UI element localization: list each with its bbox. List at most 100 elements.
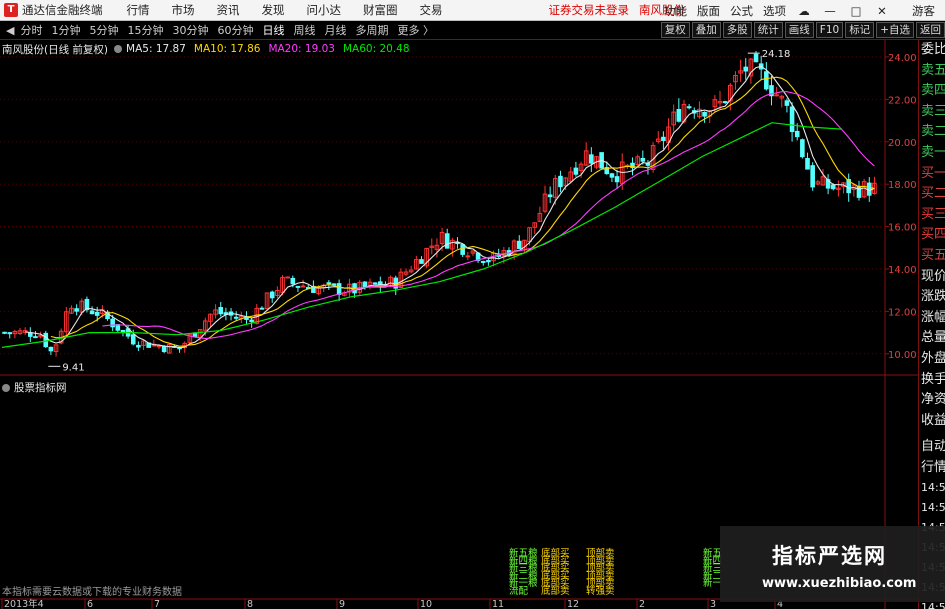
side-field-9: 买四 [921, 227, 945, 243]
period-multi[interactable]: 多周期 [355, 22, 388, 38]
tool-restore-rights[interactable]: 复权 [660, 22, 690, 38]
candle-body [249, 319, 254, 323]
candle-body [419, 259, 424, 264]
side-field-18: 收益 [921, 412, 945, 428]
candle-body [486, 259, 491, 263]
tick-time: 14:50 [921, 481, 945, 495]
candle-body [805, 158, 810, 170]
menu-quotes[interactable]: 行情 [127, 2, 150, 18]
menu-news[interactable]: 资讯 [217, 2, 240, 18]
tool-multi-stock[interactable]: 多股 [722, 22, 752, 38]
y-tick-label: 14.00 [888, 265, 917, 276]
candle-body [269, 291, 275, 299]
menu-formula[interactable]: 公式 [730, 3, 753, 19]
candle-body [136, 344, 141, 348]
candle-body [285, 276, 290, 279]
tool-draw[interactable]: 画线 [784, 22, 814, 38]
period-daily[interactable]: 日线 [262, 22, 284, 38]
indicator-title: 股票指标网 [14, 382, 67, 394]
side-field-14: 总量 [921, 330, 945, 346]
trade-login-status[interactable]: 证券交易未登录 [549, 2, 630, 18]
side-field-6: 买一 [921, 165, 945, 181]
close-icon[interactable]: ✕ [874, 4, 890, 18]
period-tick[interactable]: 分时 [20, 22, 42, 38]
candle-body [33, 336, 38, 339]
maximize-icon[interactable]: □ [848, 4, 864, 18]
candle-body [830, 184, 836, 190]
tool-overlay[interactable]: 叠加 [691, 22, 721, 38]
low-label: 9.41 [62, 362, 84, 373]
formula-text: 流配 [509, 585, 529, 597]
candle-body [259, 307, 265, 310]
candle-body [218, 307, 224, 315]
side-field-2: 卖四 [921, 83, 945, 99]
candle-body [89, 310, 95, 315]
candle-body [589, 154, 594, 164]
kline-chart[interactable]: 24.00 22.00 20.00 18.00 16.00 14.00 12.00 10.00… [0, 40, 918, 609]
left-arrow-icon[interactable]: ◀ [6, 24, 14, 37]
candle-body [295, 285, 301, 288]
candle-body [43, 332, 49, 348]
chart-tools: 复权 叠加 多股 统计 画线 F10 标记 +自选 返回 [659, 22, 945, 38]
indicator-header: 股票指标网 [2, 380, 67, 395]
side-field-0: 委比 [921, 42, 945, 57]
tool-mark[interactable]: 标记 [845, 22, 875, 38]
candle-body [74, 308, 79, 312]
guest-label[interactable]: 游客 [912, 3, 935, 19]
candle-body [130, 334, 136, 345]
period-60min[interactable]: 60分钟 [217, 22, 253, 38]
menu-discover[interactable]: 发现 [262, 2, 285, 18]
app-logo: T [4, 3, 18, 17]
menu-function[interactable]: 功能 [664, 3, 687, 19]
menu-options[interactable]: 选项 [763, 3, 786, 19]
watermark-url: www.xuezhibiao.com [762, 576, 917, 591]
period-15min[interactable]: 15分钟 [127, 22, 163, 38]
settings-dot-icon[interactable] [114, 45, 123, 53]
menu-layout[interactable]: 版面 [697, 3, 720, 19]
skin-icon[interactable]: ☁ [796, 4, 812, 18]
indicator-dot-icon[interactable] [2, 383, 10, 392]
side-field-10: 买五 [921, 247, 945, 263]
candle-body [372, 282, 378, 285]
tool-add-watchlist[interactable]: +自选 [876, 22, 914, 38]
candle-body [866, 182, 872, 196]
period-monthly[interactable]: 月线 [324, 22, 346, 38]
candle-body [573, 167, 579, 175]
x-tick-label: 7 [154, 599, 160, 609]
period-more[interactable]: 更多 [397, 22, 419, 38]
period-30min[interactable]: 30分钟 [172, 22, 208, 38]
y-tick-label: 12.00 [888, 307, 917, 318]
y-tick-label: 18.00 [888, 180, 917, 191]
candle-body [702, 111, 707, 117]
watermark-title: 指标严选网 [772, 544, 887, 568]
period-1min[interactable]: 1分钟 [51, 22, 80, 38]
menu-market[interactable]: 市场 [172, 2, 195, 18]
tool-f10[interactable]: F10 [815, 22, 844, 38]
chevron-right-icon[interactable]: 〉 [419, 22, 434, 38]
candle-body [614, 176, 620, 183]
tool-stats[interactable]: 统计 [753, 22, 783, 38]
menu-right-group: 功能 版面 公式 选项 ☁ — □ ✕ 游客 [654, 0, 945, 21]
x-tick-label: 9 [339, 599, 345, 609]
candle-body [161, 345, 167, 353]
side-quotes[interactable]: 行情 [919, 458, 945, 479]
side-auto[interactable]: 自动 [919, 437, 945, 458]
candle-body [444, 233, 450, 249]
x-tick-label: 8 [247, 599, 253, 609]
menu-trade[interactable]: 交易 [420, 2, 443, 18]
menu-ask[interactable]: 问小达 [307, 2, 342, 18]
period-weekly[interactable]: 周线 [293, 22, 315, 38]
side-field-7: 买二 [921, 186, 945, 202]
tool-back[interactable]: 返回 [916, 22, 945, 38]
menu-wealth[interactable]: 财富圈 [363, 2, 398, 18]
period-5min[interactable]: 5分钟 [89, 22, 118, 38]
y-tick-label: 16.00 [888, 223, 917, 234]
candle-body [2, 331, 7, 334]
y-tick-label: 24.00 [888, 53, 917, 64]
side-field-4: 卖二 [921, 124, 945, 140]
candle-body [810, 165, 815, 188]
chart-stock-title: 南风股份(日线 前复权) [2, 43, 109, 56]
high-label: 24.18 [762, 49, 791, 60]
minimize-icon[interactable]: — [822, 4, 838, 18]
candle-body [686, 106, 692, 109]
